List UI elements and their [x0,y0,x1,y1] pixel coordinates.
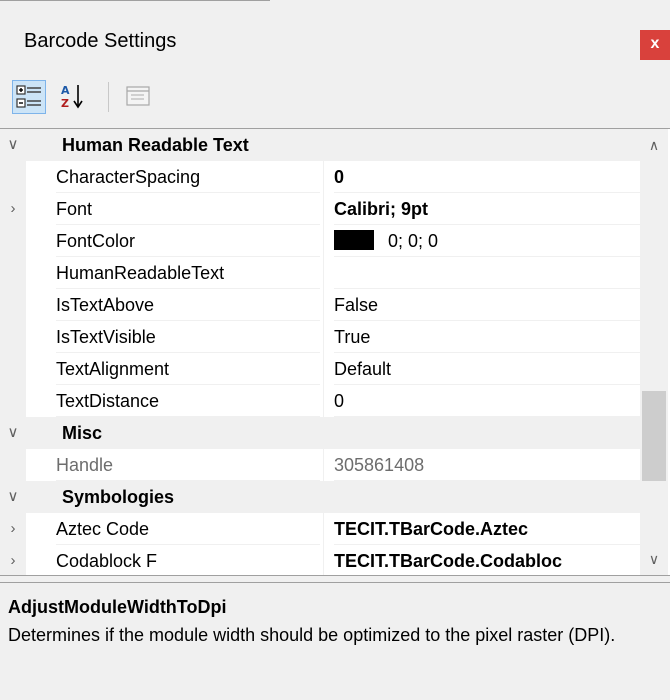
collapse-chevron-icon[interactable]: ∨ [0,481,26,513]
property-row[interactable]: HumanReadableText [0,257,640,289]
property-name: HumanReadableText [56,257,320,289]
column-divider[interactable] [323,385,324,417]
property-grid: ∨ Human Readable Text CharacterSpacing 0 › Fo… [0,128,670,576]
property-name: IsTextAbove [56,289,320,321]
window-title: Barcode Settings [24,30,177,52]
svg-text:A: A [61,84,70,97]
close-button[interactable]: x [640,30,670,60]
collapse-chevron-icon[interactable]: ∨ [0,417,26,449]
category-row[interactable]: ∨ Human Readable Text [0,129,640,161]
column-divider[interactable] [323,193,324,225]
property-name: TextDistance [56,385,320,417]
property-row[interactable]: CharacterSpacing 0 [0,161,640,193]
property-name: CharacterSpacing [56,161,320,193]
category-row[interactable]: ∨ Symbologies [0,481,640,513]
property-toolbar: A Z [0,72,670,126]
scroll-down-arrow-icon[interactable]: ∨ [640,543,668,575]
expand-chevron-icon [0,385,26,417]
column-divider[interactable] [323,161,324,193]
property-row[interactable]: › Codablock F TECIT.TBarCode.Codabloc [0,545,640,575]
property-name: Handle [56,449,320,481]
property-row[interactable]: › Font Calibri; 9pt [0,193,640,225]
column-divider[interactable] [323,353,324,385]
category-row[interactable]: ∨ Misc [0,417,640,449]
property-row[interactable]: › Aztec Code TECIT.TBarCode.Aztec [0,513,640,545]
property-row[interactable]: TextAlignment Default [0,353,640,385]
property-value[interactable]: Calibri; 9pt [334,193,640,225]
expand-chevron-icon [0,257,26,289]
column-divider[interactable] [323,545,324,575]
title-bar: Barcode Settings [0,10,670,66]
property-row[interactable]: Handle 305861408 [0,449,640,481]
category-name: Human Readable Text [62,135,249,155]
property-value[interactable]: True [334,321,640,353]
property-value[interactable]: TECIT.TBarCode.Codabloc [334,545,640,575]
property-value[interactable]: 0 [334,161,640,193]
expand-chevron-icon [0,321,26,353]
property-pages-button[interactable] [122,80,156,114]
expand-chevron-icon [0,353,26,385]
column-divider[interactable] [323,449,324,481]
expand-chevron-icon[interactable]: › [0,193,26,225]
alphabetical-sort-icon: A Z [61,84,83,110]
property-value[interactable]: Default [334,353,640,385]
expand-chevron-icon [0,289,26,321]
alphabetical-button[interactable]: A Z [58,80,92,114]
property-row[interactable]: TextDistance 0 [0,385,640,417]
toolbar-separator [108,82,109,112]
expand-chevron-icon [0,161,26,193]
vertical-scrollbar[interactable]: ∧ ∨ [640,129,668,575]
barcode-settings-window: Barcode Settings x A Z ∨ Human Readable … [0,0,670,700]
scroll-up-arrow-icon[interactable]: ∧ [640,129,668,161]
svg-text:Z: Z [61,97,69,110]
property-name: Font [56,193,320,225]
categorized-button[interactable] [12,80,46,114]
scroll-thumb[interactable] [642,391,666,481]
property-pages-icon [126,86,150,106]
category-name: Misc [62,423,103,443]
category-name: Symbologies [62,487,175,507]
color-swatch [334,230,374,250]
column-divider[interactable] [323,289,324,321]
property-value[interactable] [334,257,640,289]
property-value[interactable]: False [334,289,640,321]
column-divider[interactable] [323,321,324,353]
collapse-chevron-icon[interactable]: ∨ [0,129,26,161]
expand-chevron-icon[interactable]: › [0,545,26,575]
color-value-text: 0; 0; 0 [388,231,439,251]
column-divider[interactable] [323,513,324,545]
property-row[interactable]: IsTextAbove False [0,289,640,321]
property-name: Codablock F [56,545,320,575]
expand-chevron-icon [0,225,26,257]
property-name: TextAlignment [56,353,320,385]
property-value[interactable]: 0 [334,385,640,417]
property-value[interactable]: 305861408 [334,449,640,481]
property-name: FontColor [56,225,320,257]
property-row[interactable]: FontColor 0; 0; 0 [0,225,640,257]
column-divider[interactable] [323,225,324,257]
property-name: IsTextVisible [56,321,320,353]
expand-chevron-icon[interactable]: › [0,513,26,545]
column-divider[interactable] [323,257,324,289]
categorized-icon [16,85,41,108]
property-value[interactable]: 0; 0; 0 [334,225,640,257]
top-border [0,0,270,1]
property-row[interactable]: IsTextVisible True [0,321,640,353]
help-description: Determines if the module width should be… [8,625,616,645]
help-panel: AdjustModuleWidthToDpi Determines if the… [0,582,670,700]
expand-chevron-icon [0,449,26,481]
property-name: Aztec Code [56,513,320,545]
help-title: AdjustModuleWidthToDpi [8,597,227,617]
property-value[interactable]: TECIT.TBarCode.Aztec [334,513,640,545]
